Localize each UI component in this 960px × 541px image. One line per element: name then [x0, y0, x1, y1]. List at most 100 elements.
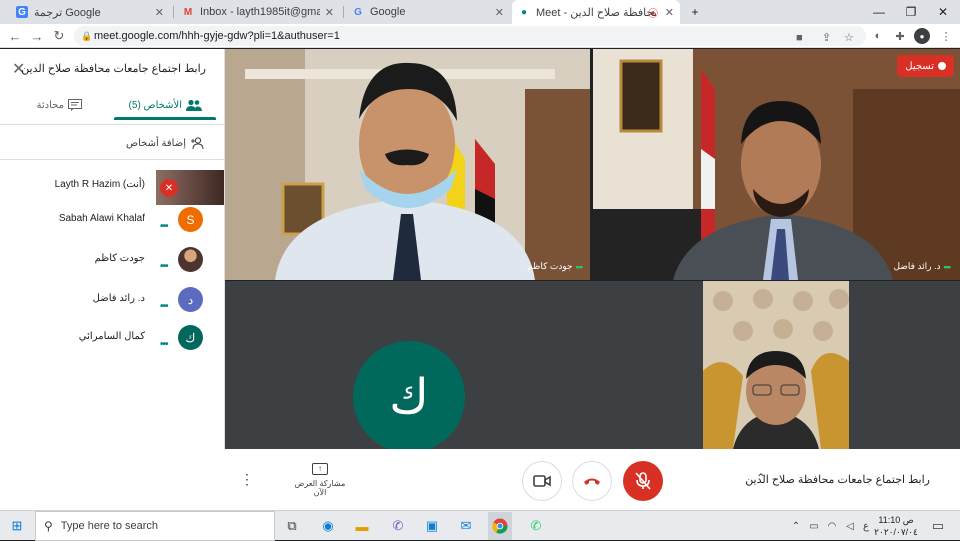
- share-icon[interactable]: ⇪: [822, 28, 831, 48]
- participant-name: Sabah Alawi Khalaf: [58, 213, 145, 224]
- self-view-video: [703, 281, 849, 449]
- tab-google[interactable]: G Google ✕: [346, 0, 510, 24]
- tab-chat[interactable]: محادثة: [37, 99, 82, 111]
- puzzle-icon[interactable]: ✚: [892, 28, 908, 44]
- tab-indicator: [114, 117, 216, 120]
- forward-icon[interactable]: →: [28, 27, 46, 45]
- participant-video: [593, 49, 960, 280]
- minimize-icon[interactable]: —: [864, 0, 894, 24]
- tab-label: Inbox - layth1985it@gmail.com -: [200, 6, 320, 18]
- participant-row[interactable]: د. رائد فاضل د •••: [0, 281, 225, 319]
- audio-level-icon: •••: [160, 221, 168, 232]
- wifi-icon[interactable]: ◠: [822, 516, 842, 536]
- participant-name: د. رائد فاضل: [92, 293, 145, 304]
- avatar[interactable]: ●: [914, 28, 930, 44]
- close-icon[interactable]: ✕: [665, 6, 674, 19]
- participant-row[interactable]: جودت كاظم •••: [0, 241, 225, 279]
- taskbar-search[interactable]: ⚲ Type here to search: [35, 511, 275, 541]
- viber-icon[interactable]: ✆: [388, 516, 408, 536]
- audio-level-icon: •••: [160, 339, 168, 350]
- record-badge[interactable]: تسجيل: [897, 55, 954, 77]
- tile-name-label: جودت كاظم •••: [527, 261, 584, 272]
- avatar: د: [178, 287, 203, 312]
- new-tab-button[interactable]: +: [680, 0, 710, 24]
- audio-level-icon: •••: [160, 261, 168, 272]
- google-icon: G: [354, 6, 362, 18]
- participant-name: د. رائد فاضل: [893, 261, 941, 271]
- audio-level-icon: •••: [160, 301, 168, 312]
- record-dot-icon: [938, 62, 946, 70]
- hangup-icon: [584, 478, 600, 485]
- store-icon[interactable]: ▣: [422, 516, 442, 536]
- participant-name: Layth R Hazim (أنت): [54, 179, 145, 190]
- participant-row[interactable]: Layth R Hazim (أنت) ✕: [0, 167, 225, 205]
- people-panel: ✕ رابط اجتماع جامعات محافظة صلاح الدين ا…: [0, 49, 225, 449]
- leave-call-button[interactable]: [572, 461, 612, 501]
- people-icon: [186, 99, 202, 111]
- close-icon[interactable]: ✕: [155, 6, 164, 19]
- url-text: meet.google.com/hhh-gyje-gdw?pli=1&authu…: [94, 30, 340, 42]
- mic-toggle-button[interactable]: [623, 461, 663, 501]
- close-window-icon[interactable]: ✕: [928, 0, 958, 24]
- mic-off-icon: ✕: [160, 179, 178, 197]
- reload-icon[interactable]: ↻: [50, 27, 68, 45]
- audio-level-icon: •••: [575, 261, 584, 272]
- camera-permission-icon[interactable]: ■: [796, 28, 803, 48]
- meet-icon: ●: [520, 6, 528, 18]
- search-icon: ⚲: [44, 519, 53, 533]
- recording-dot-icon: ⦿: [648, 8, 658, 20]
- more-options-icon[interactable]: ⋮: [240, 471, 254, 488]
- tab-label: ترجمة Google: [34, 6, 101, 19]
- present-screen-icon: ↑: [312, 463, 328, 475]
- file-explorer-icon[interactable]: ▬: [352, 516, 372, 536]
- bookmark-star-icon[interactable]: ☆: [844, 28, 854, 48]
- windows-start-icon[interactable]: ⊞: [7, 516, 27, 536]
- add-people-button[interactable]: إضافة أشخاص: [126, 137, 206, 149]
- tab-meet[interactable]: ● Meet - محافظة صلاح الدين ⦿ ✕: [512, 0, 680, 24]
- participant-row[interactable]: كمال السامرائي ك •••: [0, 319, 225, 357]
- mic-off-icon: [635, 472, 651, 490]
- address-bar[interactable]: 🔒 meet.google.com/hhh-gyje-gdw?pli=1&aut…: [74, 26, 866, 46]
- close-icon[interactable]: ✕: [325, 6, 334, 19]
- avatar: S: [178, 207, 203, 232]
- panel-title: رابط اجتماع جامعات محافظة صلاح الدين: [21, 63, 206, 75]
- video-tile[interactable]: تسجيل د. رائد فاضل •••: [593, 49, 960, 280]
- notifications-icon[interactable]: ▭: [928, 516, 948, 536]
- meeting-title[interactable]: رابط اجتماع جامعات محافظة صلاح الدين: [745, 473, 930, 486]
- video-tile[interactable]: ك: [225, 281, 960, 449]
- avatar: ك: [178, 325, 203, 350]
- battery-icon[interactable]: ▭: [804, 516, 824, 536]
- present-now-button[interactable]: ↑ مشاركة العرض الآن: [290, 463, 350, 497]
- close-icon[interactable]: ✕: [495, 6, 504, 19]
- video-tile[interactable]: جودت كاظم •••: [225, 49, 590, 280]
- whatsapp-icon[interactable]: ✆: [526, 516, 546, 536]
- chevron-up-icon[interactable]: ⌃: [786, 516, 806, 536]
- avatar: [178, 247, 203, 272]
- tab-google-translate[interactable]: G ترجمة Google ✕: [10, 0, 170, 24]
- meeting-controls-bar: ⋮ ↑ مشاركة العرض الآن ⌃ رابط اجتماع جامع…: [0, 449, 960, 510]
- camera-button[interactable]: [522, 461, 562, 501]
- extension-icon[interactable]: ◐: [870, 28, 886, 44]
- tab-people[interactable]: الأشخاص (5): [129, 99, 202, 111]
- back-icon[interactable]: ←: [6, 27, 24, 45]
- present-label: مشاركة العرض الآن: [294, 479, 346, 497]
- tab-gmail[interactable]: M Inbox - layth1985it@gmail.com - ✕: [176, 0, 340, 24]
- clock[interactable]: 11:10 ص ٢٠٢٠/٠٧/٠٤: [870, 514, 922, 538]
- participant-row[interactable]: Sabah Alawi Khalaf S •••: [0, 201, 225, 239]
- restore-icon[interactable]: ❐: [896, 0, 926, 24]
- tab-chat-label: محادثة: [36, 99, 64, 111]
- task-view-icon[interactable]: ⧉: [282, 516, 302, 536]
- clock-date: ٢٠٢٠/٠٧/٠٤: [874, 527, 918, 537]
- chrome-logo: [492, 518, 508, 534]
- tab-label: Google: [370, 6, 406, 18]
- lock-icon: 🔒: [81, 31, 93, 41]
- participant-name: كمال السامرائي: [78, 331, 145, 342]
- divider: [0, 159, 225, 160]
- participant-name: جودت كاظم: [94, 253, 145, 264]
- menu-dots-icon[interactable]: ⋮: [938, 28, 954, 44]
- google-translate-icon: G: [16, 6, 28, 18]
- mail-icon[interactable]: ✉: [456, 516, 476, 536]
- chrome-icon[interactable]: [488, 512, 512, 540]
- edge-icon[interactable]: ◉: [318, 516, 338, 536]
- tile-name-label: د. رائد فاضل •••: [893, 261, 951, 272]
